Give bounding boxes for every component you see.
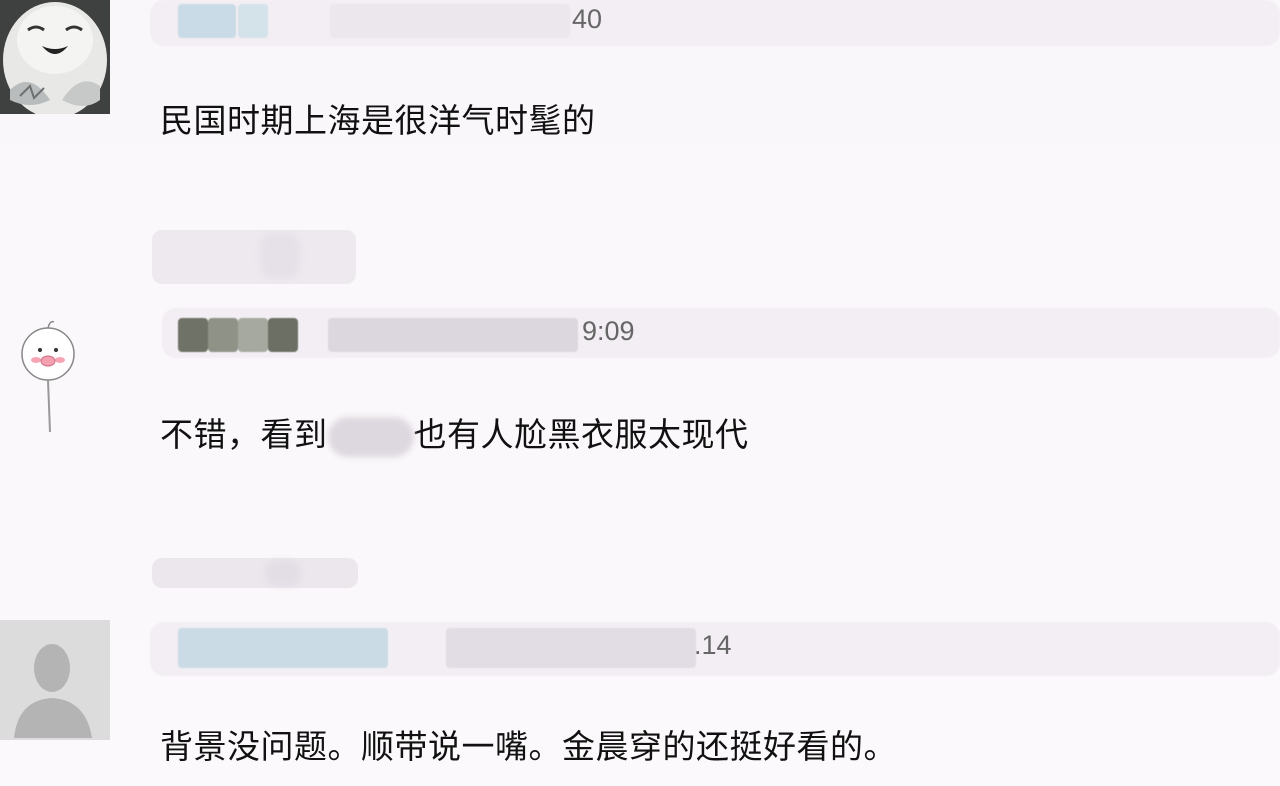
comment-text: 不错，看到 也有人尬黑衣服太现代 (160, 408, 749, 457)
blurred-reply-label (152, 558, 358, 588)
blurred-username (268, 318, 298, 352)
comment-list: 40 民国时期上海是很洋气时髦的 9:09 不错，看到 也有人尬黑衣服太现代 .… (0, 0, 1280, 786)
comment-meta (162, 308, 1280, 358)
owl-avatar[interactable] (0, 0, 110, 114)
redacted-block (327, 416, 414, 457)
blurred-username (178, 4, 236, 38)
comment-time: 40 (572, 4, 603, 34)
blurred-username (238, 4, 268, 38)
comment-time: 9:09 (582, 316, 635, 346)
comment-text-start: 不错，看到 (160, 415, 328, 454)
user-silhouette-icon (0, 620, 110, 740)
owl-icon (0, 0, 110, 114)
blurred-date (330, 4, 570, 38)
blurred-username (178, 628, 388, 668)
comment-text: 民国时期上海是很洋气时髦的 (160, 101, 596, 140)
comment-item: 40 民国时期上海是很洋气时髦的 (0, 0, 1280, 200)
comment-item: 9:09 不错，看到 也有人尬黑衣服太现代 (0, 300, 1280, 540)
blurred-username (208, 318, 238, 352)
blurred-username (178, 318, 208, 352)
blurred-reply-label (265, 560, 301, 586)
blurred-reply-label (152, 230, 356, 284)
blurred-date (446, 628, 696, 668)
comment-text: 背景没问题。顺带说一嘴。金晨穿的还挺好看的。 (160, 727, 897, 766)
comment-item: .14 背景没问题。顺带说一嘴。金晨穿的还挺好看的。 (0, 618, 1280, 786)
blurred-date (328, 318, 578, 352)
comment-text-end: 也有人尬黑衣服太现代 (413, 415, 749, 454)
chick-lollipop-avatar[interactable] (12, 308, 82, 438)
chick-icon (21, 320, 75, 433)
comment-time: .14 (694, 630, 732, 660)
blurred-reply-label (260, 234, 300, 278)
default-user-avatar[interactable] (0, 620, 110, 740)
comment-meta (150, 0, 1280, 46)
blurred-username (238, 318, 268, 352)
